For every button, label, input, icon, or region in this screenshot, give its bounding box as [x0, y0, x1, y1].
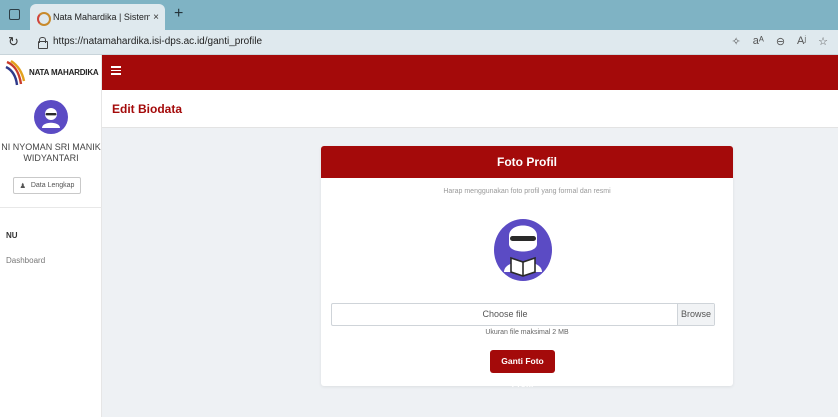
file-input[interactable]: Choose file Browse — [331, 303, 715, 326]
brand-name: NATA MAHARDIKA — [29, 68, 99, 77]
card-title: Foto Profil — [497, 155, 557, 169]
address-bar-tools: ✧ aᴬ ⊖ Aʲ ☆ — [731, 35, 828, 48]
user-icon: ♟ — [19, 182, 26, 190]
tab-title: Nata Mahardika | Sistem Manaj — [53, 12, 151, 22]
avatar[interactable] — [34, 100, 68, 134]
url-field[interactable]: https://natamahardika.isi-dps.ac.id/gant… — [53, 36, 262, 47]
sidebar-item-dashboard[interactable]: Dashboard — [6, 256, 45, 265]
hamburger-menu-icon[interactable] — [111, 66, 121, 75]
browser-tab[interactable]: Nata Mahardika | Sistem Manaj × — [30, 4, 165, 30]
sidebar-divider — [0, 207, 102, 208]
address-bar: ↻ https://natamahardika.isi-dps.ac.id/ga… — [0, 30, 838, 55]
nav-section-header: NU — [6, 231, 18, 240]
reload-icon[interactable]: ↻ — [8, 34, 19, 50]
window-menu-icon[interactable] — [9, 9, 20, 20]
file-size-note: Ukuran file maksimal 2 MB — [485, 329, 569, 336]
data-lengkap-label: Data Lengkap — [30, 182, 75, 189]
data-lengkap-button[interactable]: ♟ Data Lengkap — [13, 177, 81, 194]
lock-icon[interactable] — [38, 37, 48, 49]
site-favicon-icon — [36, 11, 51, 26]
card-hint: Harap menggunakan foto profil yang forma… — [443, 188, 611, 195]
profile-photo-card: Foto Profil Harap menggunakan foto profi… — [321, 146, 733, 389]
text-size-icon[interactable]: Aʲ — [797, 35, 806, 48]
tab-close-icon[interactable]: × — [153, 12, 159, 23]
file-input-text[interactable]: Choose file — [332, 304, 678, 325]
read-aloud-icon[interactable]: aᴬ — [753, 35, 764, 48]
sidebar: NATA MAHARDIKA NI NYOMAN SRI MANIK WIDYA… — [0, 55, 102, 417]
brand[interactable]: NATA MAHARDIKA — [0, 55, 102, 90]
profile-avatar-icon — [494, 219, 552, 281]
page-title: Edit Biodata — [112, 102, 183, 116]
top-navbar — [102, 55, 838, 90]
extension-icon[interactable]: ✧ — [731, 35, 740, 48]
favorite-icon[interactable]: ☆ — [818, 35, 828, 48]
browser-tab-strip: Nata Mahardika | Sistem Manaj × + — [0, 0, 838, 30]
zoom-icon[interactable]: ⊖ — [776, 35, 785, 48]
browse-button[interactable]: Browse — [677, 304, 714, 325]
new-tab-button[interactable]: + — [174, 4, 183, 24]
page-header: Edit Biodata — [102, 90, 838, 128]
card-header: Foto Profil — [321, 146, 733, 178]
brand-logo-icon — [5, 59, 26, 85]
change-photo-button[interactable]: Ganti Foto Profil — [490, 350, 555, 389]
user-name: NI NYOMAN SRI MANIK WIDYANTARI — [1, 142, 101, 163]
